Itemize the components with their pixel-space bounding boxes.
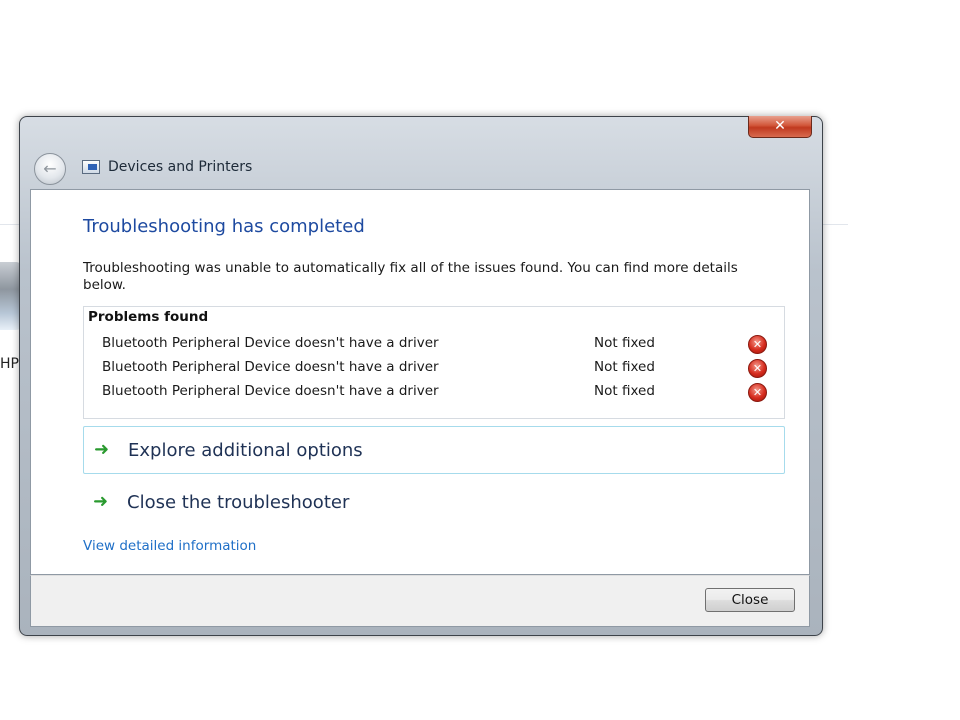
close-troubleshooter-button[interactable]: ➜ Close the troubleshooter bbox=[83, 479, 785, 527]
problems-list: Problems found Bluetooth Peripheral Devi… bbox=[83, 306, 785, 419]
green-arrow-icon: ➜ bbox=[94, 439, 110, 460]
description-text: Troubleshooting was unable to automatica… bbox=[83, 260, 738, 293]
explore-options-button[interactable]: ➜ Explore additional options bbox=[83, 426, 785, 474]
devices-printers-icon bbox=[82, 160, 100, 174]
problem-description: Bluetooth Peripheral Device doesn't have… bbox=[102, 383, 439, 399]
problem-row: Bluetooth Peripheral Device doesn't have… bbox=[84, 333, 784, 355]
problems-header: Problems found bbox=[88, 309, 209, 325]
background-device-label: HP bbox=[0, 356, 19, 372]
problem-description: Bluetooth Peripheral Device doesn't have… bbox=[102, 359, 439, 375]
problem-status: Not fixed bbox=[594, 335, 655, 351]
back-button[interactable]: ← bbox=[34, 153, 66, 185]
problem-status: Not fixed bbox=[594, 383, 655, 399]
error-icon: ✕ bbox=[748, 383, 767, 402]
view-detailed-info-link[interactable]: View detailed information bbox=[83, 538, 256, 554]
page-title: Troubleshooting has completed bbox=[83, 216, 365, 237]
error-icon: ✕ bbox=[748, 335, 767, 354]
window-close-button[interactable]: ✕ bbox=[748, 116, 812, 138]
problem-row: Bluetooth Peripheral Device doesn't have… bbox=[84, 381, 784, 403]
problem-row: Bluetooth Peripheral Device doesn't have… bbox=[84, 357, 784, 379]
window-title: Devices and Printers bbox=[108, 159, 253, 175]
explore-options-label: Explore additional options bbox=[128, 440, 363, 461]
content-panel: Troubleshooting has completed Troublesho… bbox=[30, 189, 810, 575]
error-icon: ✕ bbox=[748, 359, 767, 378]
problem-status: Not fixed bbox=[594, 359, 655, 375]
close-button[interactable]: Close bbox=[705, 588, 795, 612]
green-arrow-icon: ➜ bbox=[93, 491, 109, 512]
troubleshooter-window: ✕ ← Devices and Printers Troubleshooting… bbox=[19, 116, 823, 636]
close-troubleshooter-label: Close the troubleshooter bbox=[127, 492, 350, 513]
problem-description: Bluetooth Peripheral Device doesn't have… bbox=[102, 335, 439, 351]
footer-bar: Close bbox=[30, 575, 810, 627]
